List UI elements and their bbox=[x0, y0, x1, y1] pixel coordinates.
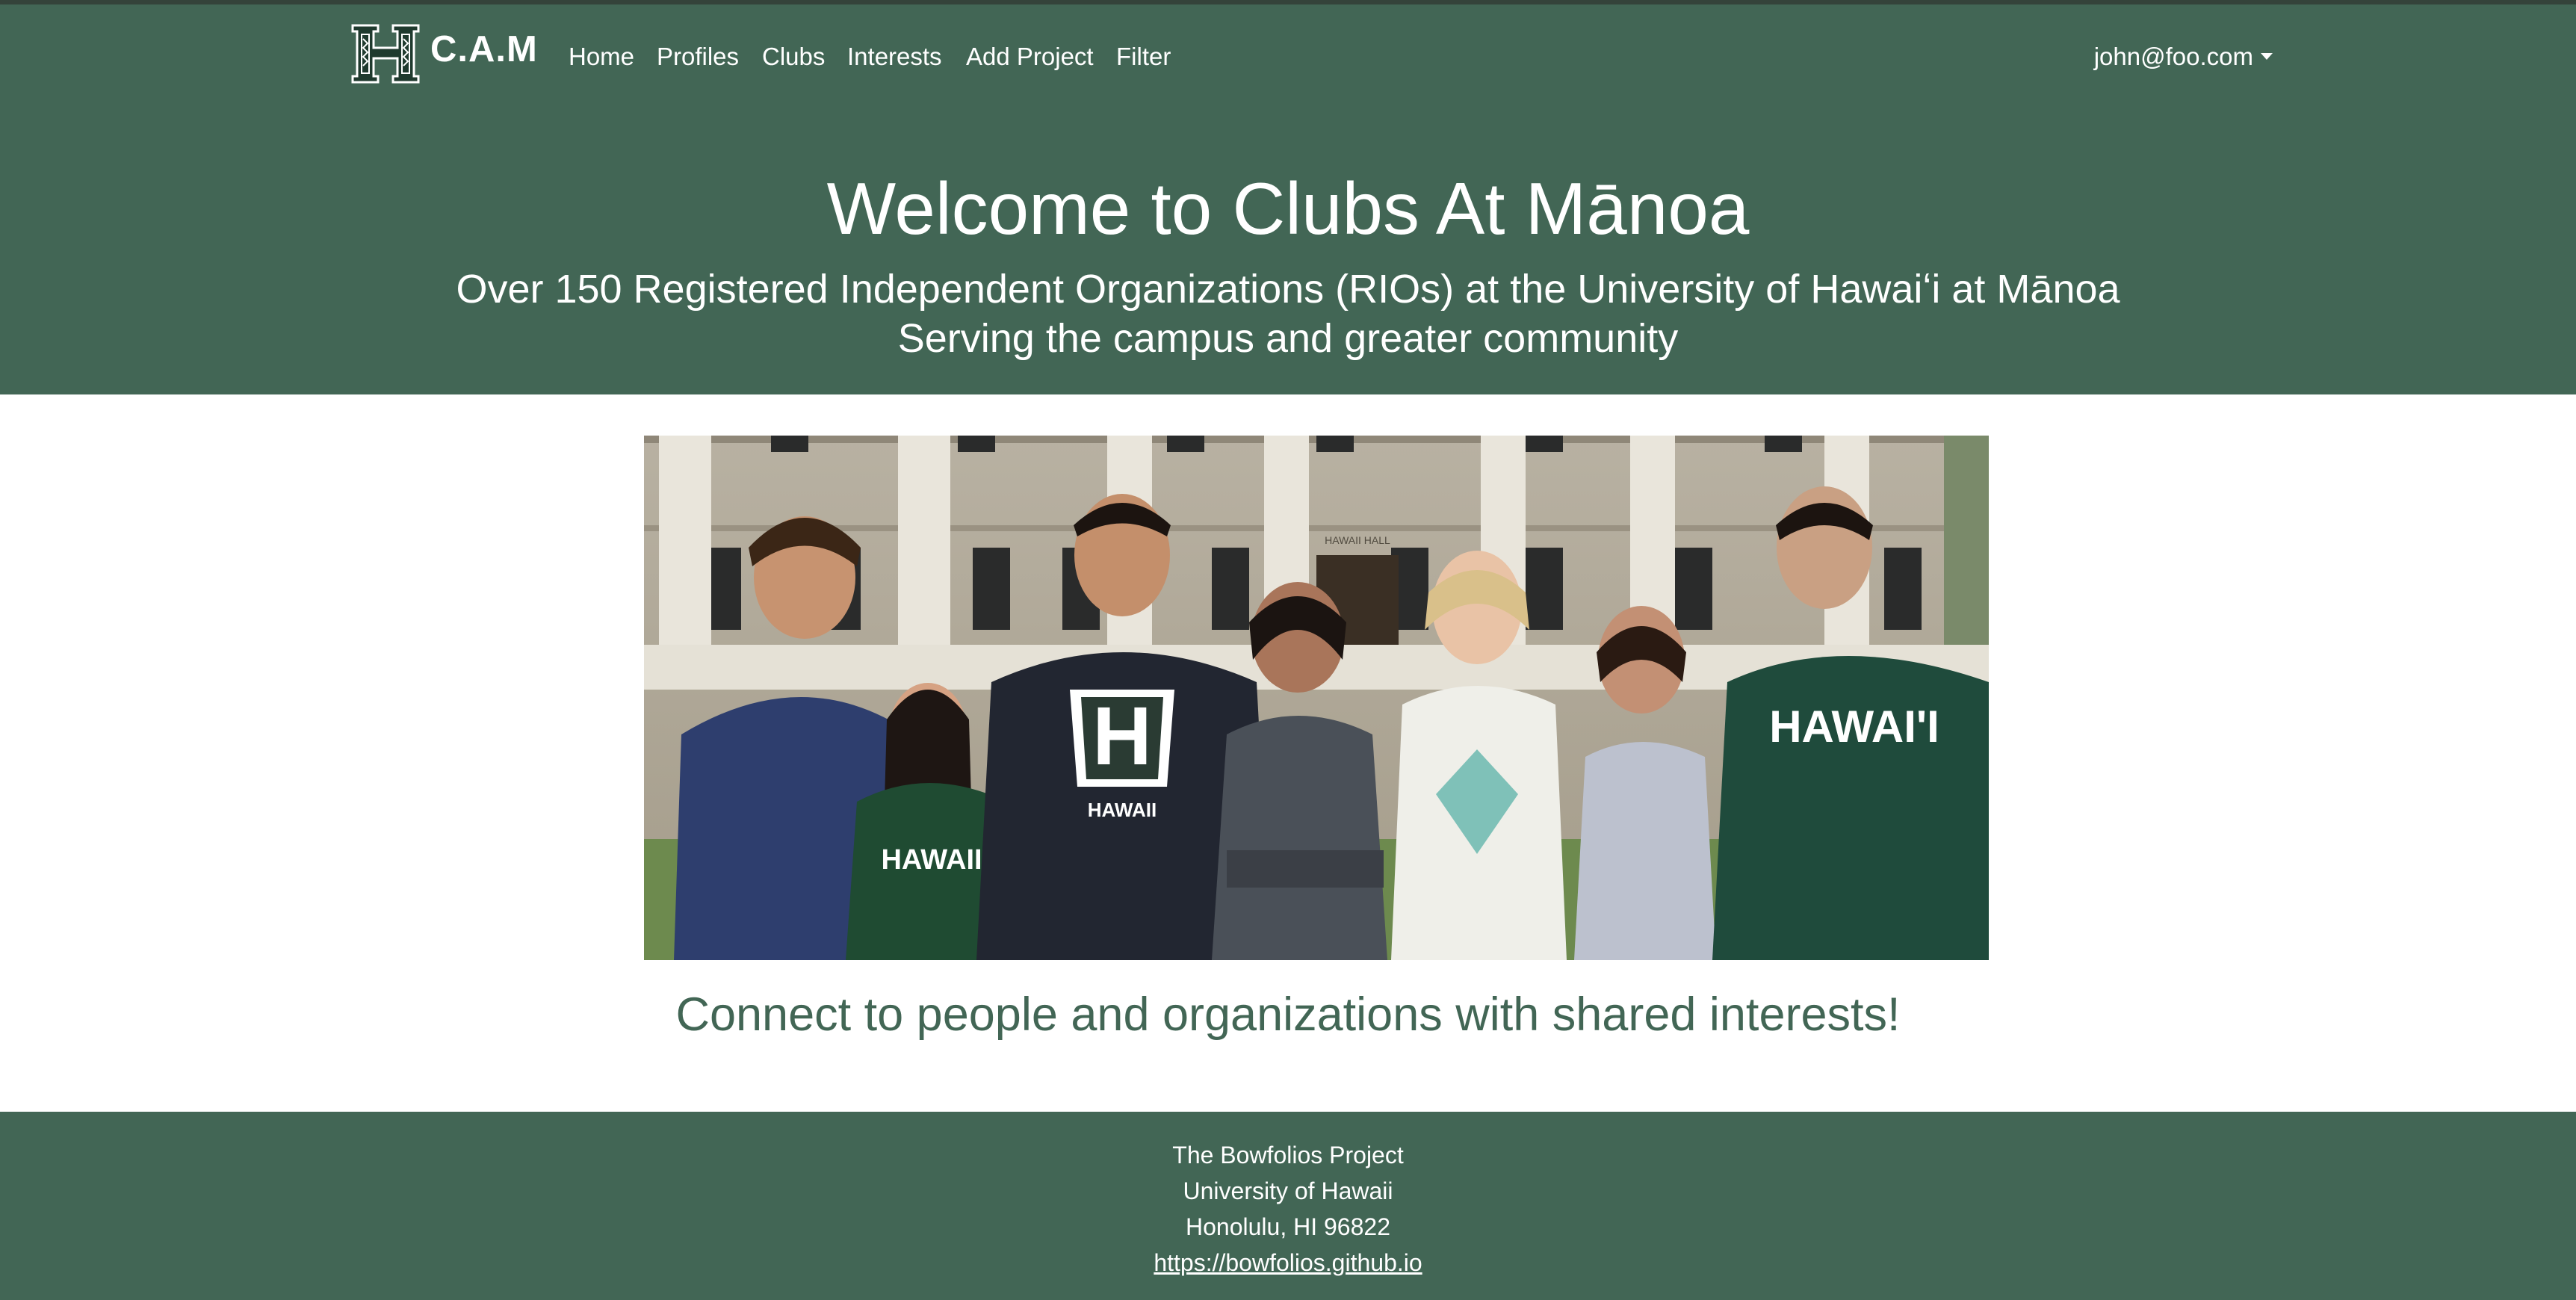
shirt-text-3: HAWAI'I bbox=[1769, 702, 1939, 752]
user-dropdown[interactable]: john@foo.com bbox=[2094, 43, 2273, 71]
tagline: Connect to people and organizations with… bbox=[675, 988, 1901, 1041]
brand-link[interactable]: C.A.M bbox=[430, 28, 538, 70]
navbar: C.A.M Home Profiles Clubs Interests Add … bbox=[0, 4, 2576, 109]
footer-university: University of Hawaii bbox=[1183, 1177, 1393, 1204]
nav-filter-link[interactable]: Filter bbox=[1116, 43, 1171, 71]
hero-title: Welcome to Clubs At Mānoa bbox=[826, 167, 1750, 250]
footer-website-link[interactable]: https://bowfolios.github.io bbox=[1154, 1249, 1422, 1276]
shirt-text-1: HAWAII bbox=[881, 844, 982, 876]
nav-interests-link[interactable]: Interests bbox=[847, 43, 942, 71]
nav-add-project-link[interactable]: Add Project bbox=[966, 43, 1094, 71]
nav-clubs-link[interactable]: Clubs bbox=[762, 43, 825, 71]
svg-text:H: H bbox=[1092, 690, 1151, 782]
shirt-text-2: HAWAII bbox=[1088, 799, 1157, 821]
user-email: john@foo.com bbox=[2093, 43, 2253, 70]
hero-subtitle-2: Serving the campus and greater community bbox=[897, 316, 1679, 361]
hero-subtitle-1: Over 150 Registered Independent Organiza… bbox=[456, 267, 2120, 312]
nav-home-link[interactable]: Home bbox=[569, 43, 634, 71]
footer-project-name: The Bowfolios Project bbox=[1172, 1142, 1404, 1169]
footer-address: Honolulu, HI 96822 bbox=[1186, 1213, 1390, 1240]
students-group-photo: HAWAII HALL HAWAII H HAWAII HAWAI'I bbox=[644, 436, 1989, 960]
hero-banner: Welcome to Clubs At Mānoa Over 150 Regis… bbox=[0, 109, 2576, 394]
building-sign: HAWAII HALL bbox=[1325, 534, 1390, 546]
footer: The Bowfolios Project University of Hawa… bbox=[0, 1112, 2576, 1300]
nav-profiles-link[interactable]: Profiles bbox=[657, 43, 739, 71]
caret-down-icon bbox=[2261, 52, 2273, 60]
uh-h-logo-icon[interactable] bbox=[348, 22, 423, 85]
